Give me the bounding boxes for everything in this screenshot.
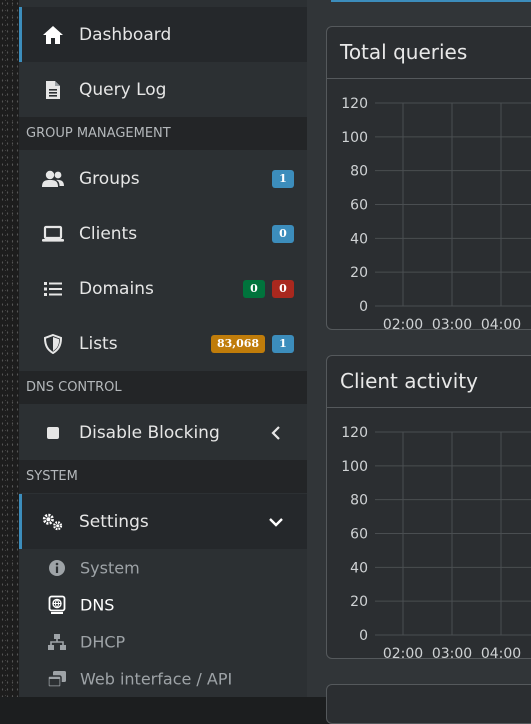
sidebar-item-label: Groups [79,168,140,189]
domains-allow-badge: 0 [243,279,265,298]
total-queries-card: Total queries 120 100 80 60 40 20 0 02:00 03:00 0… [326,26,531,330]
chevron-left-icon [270,425,282,441]
sidebar-subitem-web-interface[interactable]: Web interface / API [19,660,307,697]
y-tick-label: 60 [350,198,368,214]
y-tick-label: 80 [350,164,368,180]
next-card [326,684,531,724]
sidebar-item-groups[interactable]: Groups 1 [19,151,307,206]
lists-count-badge: 1 [272,334,294,353]
clients-count-badge: 0 [272,224,294,243]
sidebar-item-label: Query Log [79,79,167,100]
card-title: Total queries [340,40,468,64]
sidebar: Dashboard Query Log GROUP MANAGEMENT Gro… [19,0,307,697]
y-tick-label: 20 [350,594,368,610]
sidebar-subitem-label: DNS [80,595,115,614]
list-icon [41,278,65,300]
chevron-down-icon [268,516,284,528]
x-tick-label: 04:00 [481,646,521,658]
lists-domains-badge: 83,068 [211,334,265,353]
sidebar-item-domains[interactable]: Domains 0 0 [19,261,307,316]
background-strip [0,0,19,697]
y-tick-label: 120 [341,425,368,441]
sidebar-item-label: Domains [79,278,154,299]
info-circle-icon [47,558,67,578]
section-header-group-management: GROUP MANAGEMENT [19,117,307,150]
sidebar-subitem-label: DHCP [80,632,126,651]
gears-icon [41,511,65,533]
shield-icon [41,333,65,355]
windows-stack-icon [47,669,67,689]
sidebar-item-label: Clients [79,223,138,244]
laptop-icon [41,223,65,245]
sidebar-item-label: Lists [79,333,118,354]
domains-deny-badge: 0 [272,279,294,298]
home-icon [41,24,65,46]
globe-server-icon [47,595,67,615]
sidebar-subitem-label: System [80,558,140,577]
file-icon [41,79,65,101]
top-accent-line [331,0,531,2]
y-tick-label: 80 [350,493,368,509]
sidebar-item-settings[interactable]: Settings [19,494,307,549]
users-icon [41,168,65,190]
client-activity-card: Client activity 120 100 80 60 40 20 0 02:00 03:0… [326,355,531,659]
sidebar-item-lists[interactable]: Lists 83,068 1 [19,316,307,371]
x-tick-label: 03:00 [432,646,472,658]
sidebar-item-dashboard[interactable]: Dashboard [19,7,307,62]
y-tick-label: 20 [350,265,368,281]
gridlines [375,102,531,307]
sidebar-subitem-dhcp[interactable]: DHCP [19,623,307,660]
y-tick-label: 120 [341,96,368,112]
x-tick-label: 03:00 [432,317,472,329]
y-tick-label: 0 [359,299,368,315]
sidebar-item-disable-blocking[interactable]: Disable Blocking [19,405,307,460]
sidebar-item-label: Settings [79,511,149,532]
y-tick-label: 40 [350,560,368,576]
sitemap-icon [47,632,67,652]
sidebar-item-label: Dashboard [79,24,172,45]
y-tick-label: 60 [350,527,368,543]
gridlines [375,431,531,636]
sidebar-item-clients[interactable]: Clients 0 [19,206,307,261]
sidebar-subitem-system[interactable]: System [19,549,307,586]
x-tick-label: 02:00 [383,317,423,329]
y-tick-label: 40 [350,231,368,247]
y-tick-label: 0 [359,628,368,644]
x-tick-label: 02:00 [383,646,423,658]
sidebar-item-query-log[interactable]: Query Log [19,62,307,117]
sidebar-subitem-dns[interactable]: DNS [19,586,307,623]
sidebar-subitem-label: Web interface / API [80,669,233,688]
section-header-dns-control: DNS CONTROL [19,371,307,404]
client-activity-chart: 120 100 80 60 40 20 0 02:00 03:00 04:00 [341,425,531,658]
section-header-system: SYSTEM [19,460,307,493]
card-title: Client activity [340,369,478,393]
active-indicator [19,7,22,62]
sidebar-item-label: Disable Blocking [79,422,220,443]
groups-count-badge: 1 [272,169,294,188]
main-content: Total queries 120 100 80 60 40 20 0 02:00 03:00 0… [307,0,531,724]
y-tick-label: 100 [341,459,368,475]
x-tick-label: 04:00 [481,317,521,329]
active-indicator [19,494,22,549]
stop-icon [41,422,65,444]
total-queries-chart: 120 100 80 60 40 20 0 02:00 03:00 04:00 [341,96,531,329]
y-tick-label: 100 [341,130,368,146]
